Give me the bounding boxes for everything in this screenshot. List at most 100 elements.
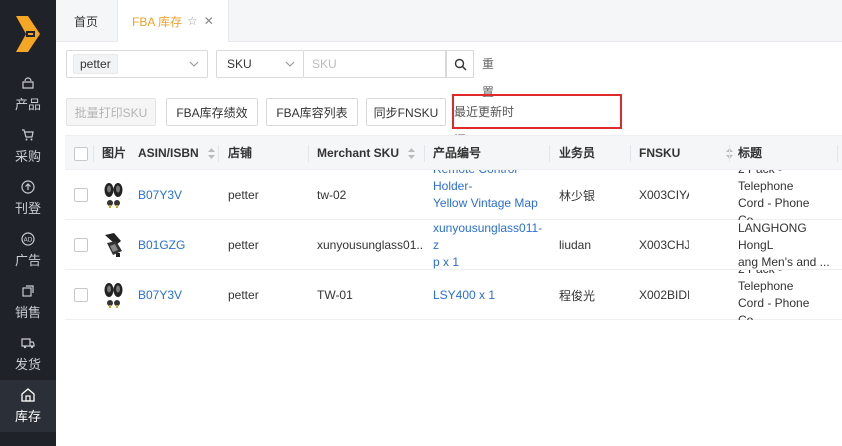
sync-fnsku-button[interactable]: 同步FNSKU — [366, 98, 446, 126]
column-divider — [630, 145, 631, 162]
star-icon[interactable]: ☆ — [187, 14, 198, 28]
header-image: 图片 — [102, 146, 127, 160]
select-all-checkbox[interactable] — [74, 146, 88, 161]
sales-icon — [21, 284, 35, 298]
header-product-code: 产品编号 — [433, 146, 482, 160]
row-checkbox[interactable] — [74, 288, 88, 302]
asin-link[interactable]: B07Y3V — [138, 170, 213, 220]
row-checkbox[interactable] — [74, 238, 88, 252]
product-code-line: p x 1 — [433, 254, 460, 269]
asin-link[interactable]: B01GZG — [138, 220, 213, 270]
merchant-sku-cell: TW-01 — [317, 288, 353, 302]
search-input[interactable]: SKU — [304, 50, 446, 78]
close-icon[interactable]: ✕ — [204, 14, 214, 28]
sort-icon — [408, 148, 416, 160]
salesperson-cell: liudan — [559, 238, 592, 252]
sidebar-item-purchase[interactable]: 采购 — [0, 120, 56, 172]
truck-icon — [21, 336, 35, 350]
sidebar-item-ads[interactable]: AD 广告 — [0, 224, 56, 276]
column-divider — [308, 145, 309, 162]
reset-button[interactable]: 重置 — [482, 50, 496, 99]
product-code-link[interactable]: Remote Control Holder- Yellow Vintage Ma… — [433, 170, 547, 220]
tab-home[interactable]: 首页 — [56, 0, 116, 42]
batch-print-sku-button[interactable]: 批量打印SKU — [66, 98, 156, 126]
product-code-link[interactable]: xunyousunglass011-z p x 1 — [433, 220, 547, 270]
chevron-down-icon — [189, 61, 199, 67]
fnsku-cell: X002BIDI — [639, 288, 689, 302]
search-field-select[interactable]: SKU — [216, 50, 304, 78]
row-checkbox-cell — [74, 270, 94, 320]
merchant-sku-cell: tw-02 — [317, 188, 347, 202]
sidebar: 产品 采购 刊登 AD 广告 销售 发货 库存 — [0, 0, 56, 446]
fba-performance-button[interactable]: FBA库存绩效 — [166, 98, 258, 126]
sidebar-item-label: 销售 — [14, 304, 41, 320]
column-divider — [729, 145, 730, 162]
table-header: 图片 ASIN/ISBN 店铺 Merchant SKU 产品编号 业务员 FN… — [65, 135, 842, 170]
main-content: petter SKU SKU 重置 批量打印SKU FBA库存绩效 FBA库容列… — [56, 42, 842, 446]
product-thumbnail[interactable] — [102, 220, 132, 270]
sidebar-item-label: 广告 — [14, 252, 41, 268]
cart-icon — [21, 128, 35, 142]
select-all-checkbox-cell — [74, 136, 94, 171]
product-thumbnail[interactable] — [102, 170, 132, 220]
product-code-line: xunyousunglass011-z — [433, 220, 543, 252]
salesperson-cell: 林少银 — [559, 188, 596, 203]
title-cell: 2 Pack - Telephone Cord - Phone Co... — [738, 270, 837, 320]
sidebar-item-shipping[interactable]: 发货 — [0, 328, 56, 380]
title-line: LANGHONG HongL — [738, 220, 807, 252]
fnsku-cell: X003CHJS — [639, 238, 689, 252]
header-merchant-sku-label: Merchant SKU — [317, 146, 400, 160]
sidebar-item-inventory[interactable]: 库存 — [0, 380, 56, 432]
sidebar-item-sales[interactable]: 销售 — [0, 276, 56, 328]
search-field-value: SKU — [227, 57, 252, 71]
title-line: 2 Pack - Telephone — [738, 170, 794, 193]
search-placeholder: SKU — [312, 57, 337, 71]
sidebar-item-listing[interactable]: 刊登 — [0, 172, 56, 224]
row-checkbox-cell — [74, 220, 94, 270]
svg-text:AD: AD — [24, 236, 33, 243]
table-row[interactable]: B01GZG petter xunyousunglass01... xunyou… — [65, 220, 842, 270]
shop-tag: petter — [73, 54, 118, 74]
product-code-line: LSY400 x 1 — [433, 287, 496, 302]
tab-fba-inventory[interactable]: FBA 库存 ☆ ✕ — [117, 0, 229, 42]
product-code-link[interactable]: LSY400 x 1 — [433, 270, 547, 320]
box-icon — [21, 76, 35, 90]
asin-link[interactable]: B07Y3V — [138, 270, 213, 320]
upload-icon — [21, 179, 35, 194]
header-asin-label: ASIN/ISBN — [138, 146, 199, 160]
fba-capacity-button[interactable]: FBA库容列表 — [266, 98, 358, 126]
sidebar-item-label: 产品 — [14, 96, 41, 112]
chevron-down-icon — [285, 61, 295, 67]
header-asin[interactable]: ASIN/ISBN — [138, 136, 216, 171]
title-cell: LANGHONG HongL ang Men's and ... — [738, 220, 837, 270]
product-code-line: Yellow Vintage Map ... — [433, 196, 538, 220]
shop-select[interactable]: petter — [66, 50, 208, 78]
title-line: Cord - Phone Co... — [738, 296, 810, 320]
sort-icon — [208, 148, 216, 160]
product-thumbnail[interactable] — [102, 270, 132, 320]
header-shop: 店铺 — [228, 146, 253, 160]
row-checkbox[interactable] — [74, 188, 88, 202]
table-row[interactable]: B07Y3V petter tw-02 Remote Control Holde… — [65, 170, 842, 220]
search-button[interactable] — [446, 50, 474, 78]
sidebar-item-label: 采购 — [14, 148, 41, 164]
header-fnsku-label: FNSKU — [639, 146, 681, 160]
table-row[interactable]: B07Y3V petter TW-01 LSY400 x 1 程俊光 X002B… — [65, 270, 842, 320]
logo-icon — [16, 16, 40, 52]
shop-cell: petter — [228, 188, 259, 202]
header-title: 标题 — [738, 146, 763, 160]
product-image — [105, 233, 122, 257]
column-divider — [837, 145, 838, 162]
app-logo[interactable] — [0, 0, 56, 68]
header-merchant-sku[interactable]: Merchant SKU — [317, 136, 416, 171]
header-fnsku[interactable]: FNSKU — [639, 136, 733, 171]
highlight-box — [452, 94, 622, 129]
sidebar-item-label: 刊登 — [14, 200, 41, 216]
sidebar-item-product[interactable]: 产品 — [0, 68, 56, 120]
title-line: 2 Pack - Telephone — [738, 270, 794, 293]
product-code-line: Remote Control Holder- — [433, 170, 517, 193]
merchant-sku-cell: xunyousunglass01... — [317, 238, 422, 252]
sidebar-item-label: 发货 — [14, 356, 41, 372]
ad-icon: AD — [21, 231, 35, 246]
product-image — [104, 183, 123, 208]
